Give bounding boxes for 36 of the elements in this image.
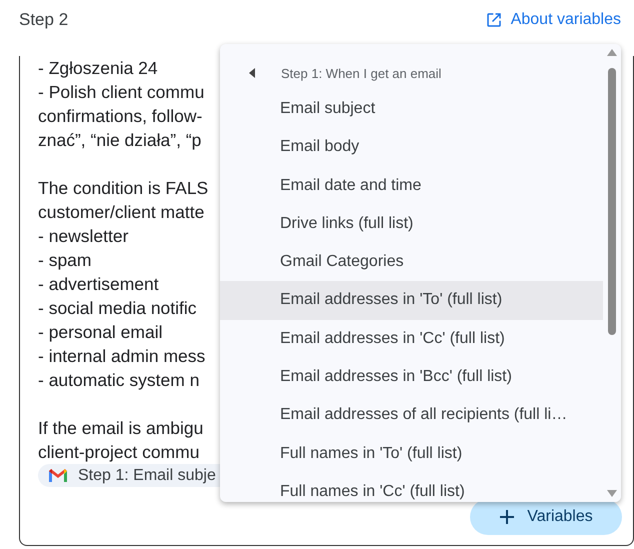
scrollbar[interactable] [603,44,621,502]
about-variables-link[interactable]: About variables [484,11,621,29]
scroll-down-icon [607,490,617,497]
external-link-icon [484,11,503,29]
prompt-text-line: - newsletter [38,225,128,248]
prompt-text-line: - social media notific [38,297,197,320]
menu-item[interactable]: Email body [220,128,603,167]
prompt-text-line: If the email is ambigu [38,417,204,440]
menu-item[interactable]: Email addresses in 'Cc' (full list) [220,320,603,358]
plus-icon [499,509,516,525]
menu-item[interactable]: Email addresses in 'Bcc' (full list) [220,358,603,396]
menu-item[interactable]: Email date and time [220,166,603,205]
step-title: Step 2 [19,10,68,30]
prompt-text-line: - Zgłoszenia 24 [38,57,158,80]
prompt-text-line: - personal email [38,321,162,344]
prompt-text-line: - spam [38,249,92,272]
prompt-text-line: znać”, “nie działa”, “p [38,129,202,152]
menu-item[interactable]: Email addresses of all recipients (full li… [220,396,603,435]
menu-item[interactable]: Email subject [220,90,603,128]
prompt-text-line: - advertisement [38,273,159,296]
mail-m-icon [48,468,68,483]
menu-back-item[interactable]: Step 1: When I get an email [220,56,603,90]
prompt-text-line: - automatic system n [38,369,200,392]
prompt-text-line: The condition is FALS [38,177,208,200]
scrollbar-thumb[interactable] [608,68,616,335]
menu-item[interactable]: Gmail Categories [220,243,603,282]
scroll-up-icon [607,49,617,56]
prompt-text-line: - internal admin mess [38,345,206,368]
prompt-text-line: client-project commu [38,441,200,464]
add-variables-button[interactable]: Variables [470,499,622,535]
prompt-text-line: customer/client matte [38,201,204,224]
prompt-text-line: - Polish client commu [38,81,204,104]
caret-left-icon [249,68,255,78]
menu-item[interactable]: Email addresses in 'To' (full list) [220,281,603,320]
menu-item[interactable]: Drive links (full list) [220,204,603,244]
prompt-text-line: confirmations, follow- [38,105,202,128]
